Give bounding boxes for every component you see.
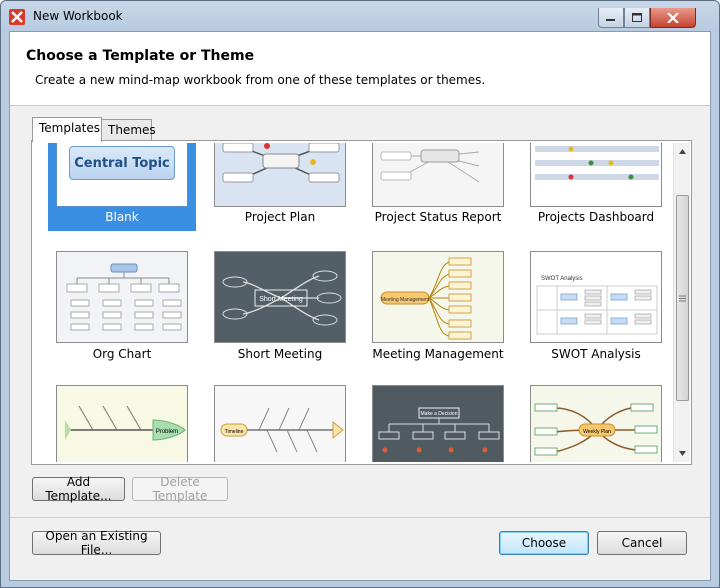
template-thumbnail: Meeting Management [372, 251, 504, 343]
tab-templates[interactable]: Templates [32, 117, 102, 142]
scroll-thumb[interactable] [676, 195, 689, 401]
template-label: Projects Dashboard [537, 210, 655, 224]
template-thumbnail: Make a Decision [372, 385, 504, 462]
template-swot-analysis[interactable]: SWOT Analysis SWOT Analysis [522, 247, 670, 377]
title-bar[interactable]: New Workbook [1, 1, 719, 31]
template-label: Project Plan [244, 210, 316, 224]
timeline-preview: Timeline [220, 407, 344, 453]
chevron-up-icon [679, 149, 686, 154]
template-project-plan[interactable]: Project Plan [206, 143, 354, 231]
weekly-plan-center-text: Weekly Plan [583, 429, 611, 435]
template-thumbnail: Weekly Plan [530, 385, 662, 462]
gallery-scrollbar[interactable] [673, 143, 690, 462]
short-meeting-center-text: Short Meeting [259, 296, 303, 303]
template-grid: Central Topic Blank Project Plan Project… [34, 143, 670, 462]
weekly-plan-preview: Weekly Plan [534, 403, 658, 456]
template-thumbnail [372, 143, 504, 207]
template-blank[interactable]: Central Topic Blank [48, 143, 196, 231]
choose-button[interactable]: Choose [499, 531, 589, 555]
short-meeting-preview: Short Meeting [222, 270, 342, 326]
template-org-chart[interactable]: Org Chart [48, 247, 196, 377]
decision-preview: Make a Decision [378, 407, 500, 453]
decision-center-text: Make a Decision [421, 411, 458, 417]
template-label: Org Chart [92, 347, 152, 361]
grip-icon [679, 295, 686, 301]
scroll-up-button[interactable] [674, 143, 691, 160]
delete-template-button[interactable]: Delete Template [132, 475, 228, 503]
template-decision[interactable]: Make a Decision [364, 381, 512, 462]
dashboard-preview [535, 146, 659, 180]
maximize-icon [632, 13, 642, 22]
template-thumbnail: Timeline [214, 385, 346, 462]
template-label: Blank [105, 210, 139, 224]
cancel-button[interactable]: Cancel [597, 531, 687, 555]
dialog-header: Choose a Template or Theme Create a new … [10, 32, 710, 106]
add-template-button[interactable]: Add Template... [32, 475, 125, 503]
template-gallery: Central Topic Blank Project Plan Project… [31, 140, 692, 465]
template-label: Meeting Management [372, 347, 504, 361]
minimize-icon [606, 18, 615, 21]
project-plan-preview [222, 143, 340, 183]
swot-preview-title: SWOT Analysis [541, 276, 583, 282]
footer-divider [10, 517, 710, 518]
template-fishbone[interactable]: Problem [48, 381, 196, 462]
template-thumbnail [214, 143, 346, 207]
open-existing-file-button[interactable]: Open an Existing File... [32, 529, 161, 557]
org-chart-preview [66, 263, 182, 331]
template-label: Project Status Report [374, 210, 502, 224]
timeline-start-text: Timeline [225, 429, 244, 435]
page-title: Choose a Template or Theme [26, 48, 255, 64]
template-thumbnail: Problem [56, 385, 188, 462]
meeting-management-center-text: Meeting Management [381, 297, 430, 303]
fishbone-preview: Problem [65, 405, 186, 441]
chevron-down-icon [679, 451, 686, 456]
new-workbook-window: New Workbook Choose a Template or Theme … [0, 0, 720, 588]
template-projects-dashboard[interactable]: Projects Dashboard [522, 143, 670, 231]
window-title: New Workbook [33, 9, 123, 23]
template-project-status-report[interactable]: Project Status Report [364, 143, 512, 231]
close-button[interactable] [650, 8, 696, 28]
template-short-meeting[interactable]: Short Meeting Short Meeting [206, 247, 354, 377]
maximize-button[interactable] [624, 8, 650, 28]
xmind-app-icon [9, 9, 25, 25]
tab-themes[interactable]: Themes [101, 119, 156, 141]
dialog-body: Choose a Template or Theme Create a new … [9, 31, 711, 581]
template-thumbnail: Short Meeting [214, 251, 346, 343]
template-thumbnail [56, 251, 188, 343]
project-status-preview [380, 149, 480, 183]
meeting-management-preview: Meeting Management [380, 257, 472, 340]
minimize-button[interactable] [598, 8, 624, 28]
close-icon [667, 12, 679, 23]
template-label: SWOT Analysis [551, 347, 641, 361]
swot-preview: SWOT Analysis [536, 276, 658, 335]
template-thumbnail: SWOT Analysis [530, 251, 662, 343]
template-thumbnail [530, 143, 662, 207]
template-weekly-plan[interactable]: Weekly Plan [522, 381, 670, 462]
template-thumbnail: Central Topic [56, 143, 188, 207]
template-meeting-management[interactable]: Meeting Management Meeting Management [364, 247, 512, 377]
template-timeline[interactable]: Timeline [206, 381, 354, 462]
template-label: Short Meeting [237, 347, 323, 361]
central-topic-node: Central Topic [69, 146, 175, 180]
page-description: Create a new mind-map workbook from one … [35, 73, 486, 87]
scroll-down-button[interactable] [674, 445, 691, 462]
fishbone-head-text: Problem [156, 429, 178, 435]
